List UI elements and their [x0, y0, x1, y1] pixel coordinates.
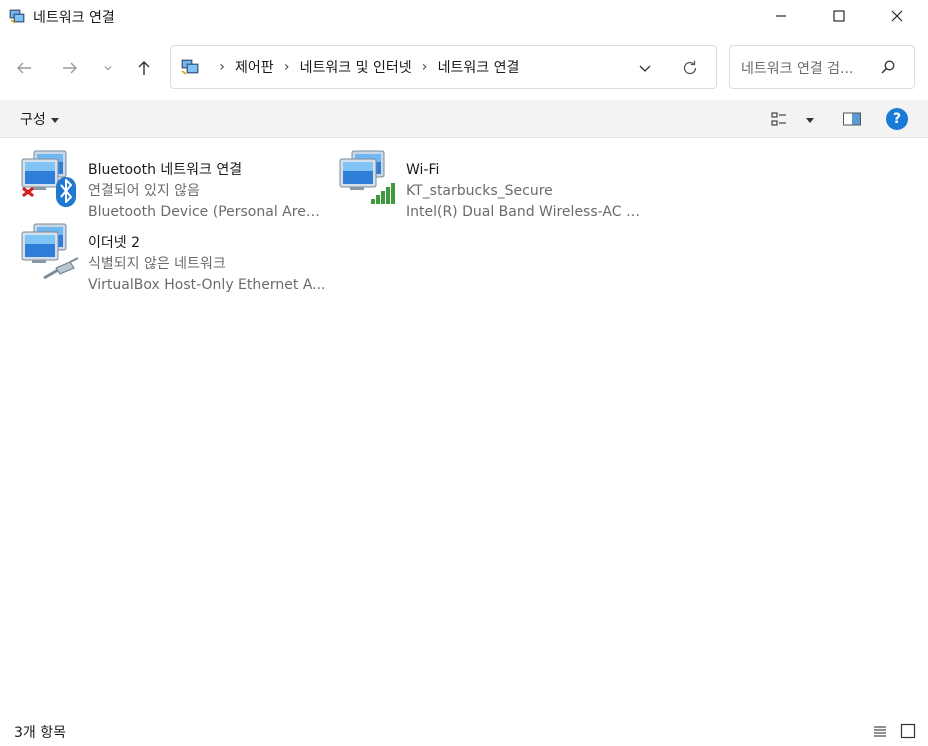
connection-name: Wi-Fi [406, 162, 440, 178]
preview-pane-button[interactable] [840, 109, 864, 129]
close-icon [891, 10, 903, 22]
connection-status: 연결되어 있지 않음 [88, 183, 200, 199]
ethernet-network-icon [21, 223, 79, 280]
network-connections-app-icon [9, 9, 25, 24]
item-count: 3개 항목 [14, 725, 66, 741]
breadcrumb-control-panel[interactable]: 제어판 [235, 57, 274, 77]
breadcrumb-separator[interactable]: › [274, 59, 300, 75]
status-bar: 3개 항목 [0, 716, 928, 746]
connection-item-bluetooth[interactable]: Bluetooth 네트워크 연결 연결되어 있지 않음 Bluetooth D… [18, 149, 328, 220]
breadcrumb-separator[interactable]: › [412, 59, 438, 75]
back-button[interactable] [10, 54, 38, 82]
network-connections-location-icon [181, 59, 199, 75]
help-button[interactable]: ? [886, 108, 908, 130]
bluetooth-network-icon [21, 150, 76, 207]
breadcrumb-separator[interactable]: › [209, 59, 235, 75]
refresh-icon [683, 60, 697, 75]
connection-name: 이더넷 2 [88, 235, 140, 251]
search-icon[interactable] [880, 59, 896, 75]
preview-pane-icon [843, 112, 861, 126]
breadcrumb-network-internet[interactable]: 네트워크 및 인터넷 [300, 57, 412, 77]
maximize-button[interactable] [810, 0, 868, 32]
large-icons-view-icon[interactable] [900, 723, 916, 739]
connection-device: Intel(R) Dual Band Wireless-AC 8... [406, 204, 646, 220]
connection-details: Wi-Fi KT_starbucks_Secure Intel(R) Dual … [406, 160, 646, 223]
connection-item-wifi[interactable]: Wi-Fi KT_starbucks_Secure Intel(R) Dual … [336, 149, 646, 220]
maximize-icon [833, 10, 845, 22]
disconnected-x-icon [22, 187, 34, 197]
breadcrumb-network-connections[interactable]: 네트워크 연결 [438, 57, 520, 77]
command-bar: 구성 ? [0, 100, 928, 138]
caret-down-icon [50, 117, 59, 123]
refresh-button[interactable] [679, 57, 701, 79]
address-bar[interactable]: › 제어판 › 네트워크 및 인터넷 › 네트워크 연결 [170, 45, 717, 89]
change-view-button[interactable] [770, 109, 820, 129]
close-button[interactable] [868, 0, 926, 32]
organize-button[interactable]: 구성 [12, 100, 67, 138]
address-history-button[interactable] [635, 58, 655, 78]
navigation-bar: › 제어판 › 네트워크 및 인터넷 › 네트워크 연결 네트워크 연결 검..… [0, 32, 928, 100]
title-bar[interactable]: 네트워크 연결 [0, 0, 928, 32]
connection-status: KT_starbucks_Secure [406, 183, 553, 199]
connection-details: Bluetooth 네트워크 연결 연결되어 있지 않음 Bluetooth D… [88, 160, 328, 223]
wifi-network-icon [339, 150, 395, 204]
forward-button[interactable] [56, 54, 84, 82]
minimize-icon [776, 15, 786, 17]
view-options-icon [771, 112, 786, 126]
connections-list: Bluetooth 네트워크 연결 연결되어 있지 않음 Bluetooth D… [0, 139, 928, 711]
chevron-down-icon [639, 65, 651, 72]
minimize-button[interactable] [752, 0, 810, 32]
ethernet-cable-icon [43, 257, 79, 280]
organize-label: 구성 [20, 112, 46, 128]
connection-status: 식별되지 않은 네트워크 [88, 256, 226, 272]
chevron-down-icon [104, 66, 112, 71]
connection-device: Bluetooth Device (Personal Area ... [88, 204, 328, 220]
breadcrumb: › 제어판 › 네트워크 및 인터넷 › 네트워크 연결 [209, 46, 519, 88]
details-view-icon[interactable] [872, 723, 888, 739]
search-input[interactable]: 네트워크 연결 검... [741, 58, 853, 78]
arrow-right-icon [63, 62, 77, 74]
up-button[interactable] [130, 54, 158, 82]
window-title: 네트워크 연결 [33, 10, 115, 26]
recent-locations-button[interactable] [94, 54, 122, 82]
caret-down-icon [806, 117, 814, 123]
connection-details: 이더넷 2 식별되지 않은 네트워크 VirtualBox Host-Only … [88, 233, 328, 296]
connection-name: Bluetooth 네트워크 연결 [88, 162, 243, 178]
search-box[interactable]: 네트워크 연결 검... [729, 45, 915, 89]
connection-device: VirtualBox Host-Only Ethernet A... [88, 277, 326, 293]
arrow-up-icon [138, 61, 150, 75]
arrow-left-icon [17, 62, 31, 74]
connection-item-ethernet[interactable]: 이더넷 2 식별되지 않은 네트워크 VirtualBox Host-Only … [18, 222, 328, 293]
